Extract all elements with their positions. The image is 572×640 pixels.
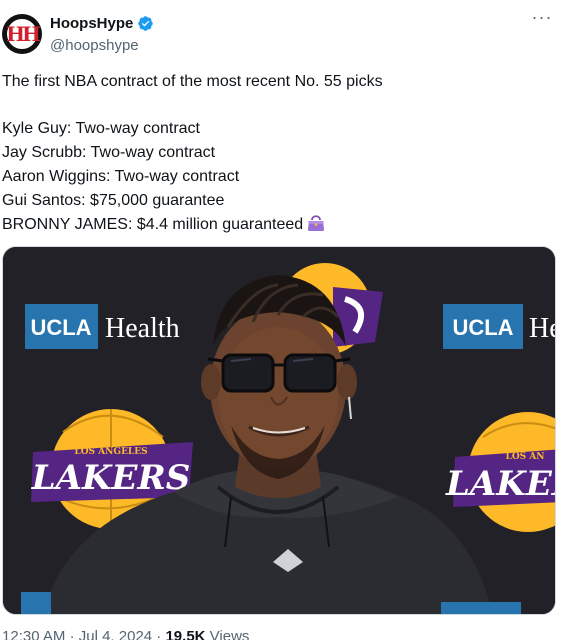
lakers-text-right: LAKER <box>445 464 556 504</box>
meta-separator: · <box>156 628 162 640</box>
lakers-small-right: LOS AN <box>505 452 544 462</box>
ucla-strip-left <box>21 592 51 614</box>
author-handle[interactable]: @hoopshype <box>50 37 139 54</box>
health-text-left: Health <box>105 313 180 344</box>
tweet-date[interactable]: Jul 4, 2024 <box>79 628 152 640</box>
author-avatar[interactable]: HH <box>2 14 42 54</box>
tweet-line: BRONNY JAMES: $4.4 million guaranteed <box>2 216 304 234</box>
author-display-name[interactable]: HoopsHype <box>50 15 133 32</box>
lakers-small-left: LOS ANGELES <box>74 447 147 457</box>
views-label: Views <box>209 628 250 640</box>
tweet-meta: 12:30 AM · Jul 4, 2024 · 19.5K Views <box>2 628 249 640</box>
views-count: 19.5K <box>165 628 206 640</box>
tweet-card: HH HoopsHype @hoopshype ··· The first NB… <box>0 0 572 640</box>
tweet-line: Kyle Guy: Two-way contract <box>2 120 200 138</box>
meta-separator: · <box>69 628 75 640</box>
tweet-line: The first NBA contract of the most recen… <box>2 73 383 90</box>
more-options-icon[interactable]: ··· <box>530 8 554 30</box>
press-conference-image: UCLA Health UCLA He LOS ANGELES LAKERS <box>3 247 556 614</box>
tweet-time[interactable]: 12:30 AM <box>2 628 65 640</box>
tweet-photo[interactable]: UCLA Health UCLA He LOS ANGELES LAKERS <box>2 246 556 615</box>
author-name-row: HoopsHype <box>50 15 154 32</box>
ucla-text-left: UCLA <box>30 315 91 340</box>
tweet-line: Gui Santos: $75,000 guarantee <box>2 191 225 209</box>
tweet-line: Jay Scrubb: Two-way contract <box>2 144 216 162</box>
tweet-text: The first NBA contract of the most recen… <box>2 70 562 237</box>
ucla-strip-right <box>441 602 521 614</box>
health-text-right: He <box>529 313 556 344</box>
tweet-line-last: BRONNY JAMES: $4.4 million guaranteed <box>2 212 562 237</box>
lakers-text-left: LAKERS <box>31 458 191 498</box>
avatar-logo: HH <box>5 17 41 51</box>
purse-emoji-icon <box>308 215 325 232</box>
tweet-line: Aaron Wiggins: Two-way contract <box>2 167 240 185</box>
ucla-text-right: UCLA <box>452 315 513 340</box>
verified-badge-icon <box>138 16 154 31</box>
line-break <box>2 94 562 118</box>
